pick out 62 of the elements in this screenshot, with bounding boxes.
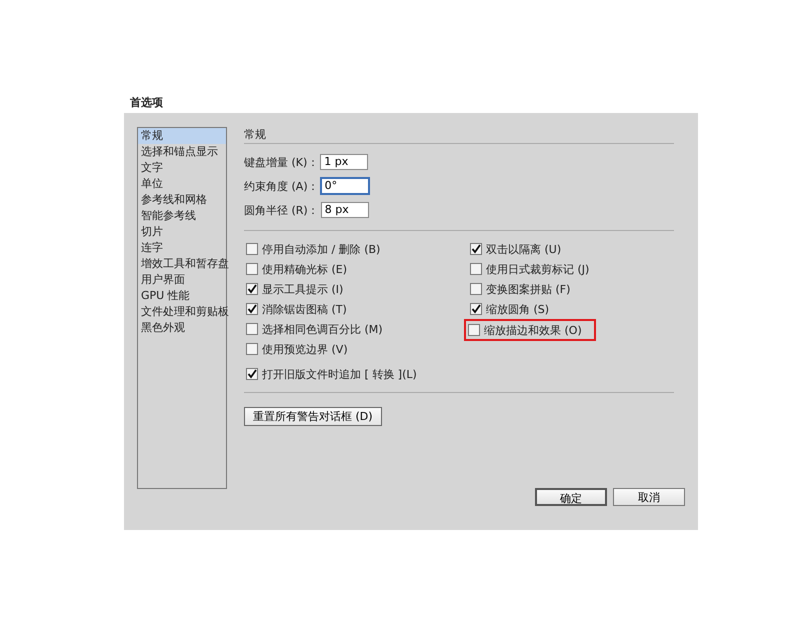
sidebar-item[interactable]: 增效工具和暂存盘 [138,256,226,272]
checkbox-option[interactable]: 停用自动添加 / 删除 (B) [244,241,382,257]
option-label: 显示工具提示 (I) [262,282,344,296]
sidebar-item[interactable]: 用户界面 [138,272,226,288]
option-label: 使用精确光标 (E) [262,262,348,276]
option-label: 消除锯齿图稿 (T) [262,302,347,316]
checkbox-option[interactable]: 使用精确光标 (E) [244,261,350,277]
option-label: 打开旧版文件时追加 [ 转换 ](L) [262,366,417,382]
field-label: 约束角度 (A)： [244,178,319,194]
checkbox[interactable] [246,343,258,355]
field-label: 圆角半径 (R)： [244,202,319,218]
checkbox-option[interactable]: 显示工具提示 (I) [244,281,346,297]
option-label: 停用自动添加 / 删除 (B) [262,242,380,256]
sidebar-item[interactable]: 单位 [138,176,226,192]
field-label: 键盘增量 (K)： [244,154,318,170]
checkbox-option[interactable]: 使用预览边界 (V) [244,341,350,357]
sidebar-item[interactable]: GPU 性能 [138,288,226,304]
sidebar-item[interactable]: 智能参考线 [138,208,226,224]
checkbox[interactable] [470,303,482,315]
checkbox[interactable] [246,368,258,380]
reset-warnings-button[interactable]: 重置所有警告对话框 (D) [244,407,382,426]
sidebar-item[interactable]: 文字 [138,160,226,176]
dialog-button[interactable]: 取消 [613,488,685,506]
checkbox-option[interactable]: 变换图案拼贴 (F) [468,281,572,297]
checkbox-option[interactable]: 打开旧版文件时追加 [ 转换 ](L) [244,366,419,382]
checkbox[interactable] [246,303,258,315]
sidebar-item[interactable]: 选择和锚点显示 [138,144,226,160]
checkmark-icon [471,244,481,254]
checkbox[interactable] [468,324,480,336]
window-title: 首选项 [130,95,163,111]
checkbox-option[interactable]: 选择相同色调百分比 (M) [244,321,385,337]
sidebar-item[interactable]: 黑色外观 [138,320,226,336]
checkbox[interactable] [246,283,258,295]
sidebar-item[interactable]: 参考线和网格 [138,192,226,208]
dialog-button[interactable]: 确定 [535,488,607,506]
checkbox[interactable] [246,263,258,275]
sidebar-item[interactable]: 文件处理和剪贴板 [138,304,226,320]
checkmark-icon [247,369,257,379]
checkbox[interactable] [470,263,482,275]
option-label: 双击以隔离 (U) [486,242,562,256]
input-field[interactable]: 1 px [320,154,368,170]
checkbox-option[interactable]: 消除锯齿图稿 (T) [244,301,349,317]
option-label: 使用预览边界 (V) [262,342,348,356]
checkbox[interactable] [470,283,482,295]
checkbox-option[interactable]: 使用日式裁剪标记 (J) [468,261,592,277]
option-label: 选择相同色调百分比 (M) [262,322,383,336]
option-label: 缩放圆角 (S) [486,302,550,316]
checkbox-option[interactable]: 缩放圆角 (S) [468,301,552,317]
option-label: 使用日式裁剪标记 (J) [486,262,590,276]
checkbox[interactable] [246,243,258,255]
sidebar-item[interactable]: 连字 [138,240,226,256]
sidebar-item[interactable]: 切片 [138,224,226,240]
section-title: 常规 [244,127,266,142]
checkbox[interactable] [246,323,258,335]
input-field[interactable]: 8 px [320,202,369,218]
option-label: 缩放描边和效果 (O) [484,322,582,338]
input-field[interactable]: 0° [320,178,369,194]
option-label: 变换图案拼贴 (F) [486,282,570,296]
sidebar-item[interactable]: 常规 [138,128,226,144]
checkmark-icon [471,304,481,314]
checkbox[interactable] [470,243,482,255]
checkbox-option[interactable]: 双击以隔离 (U) [468,241,564,257]
